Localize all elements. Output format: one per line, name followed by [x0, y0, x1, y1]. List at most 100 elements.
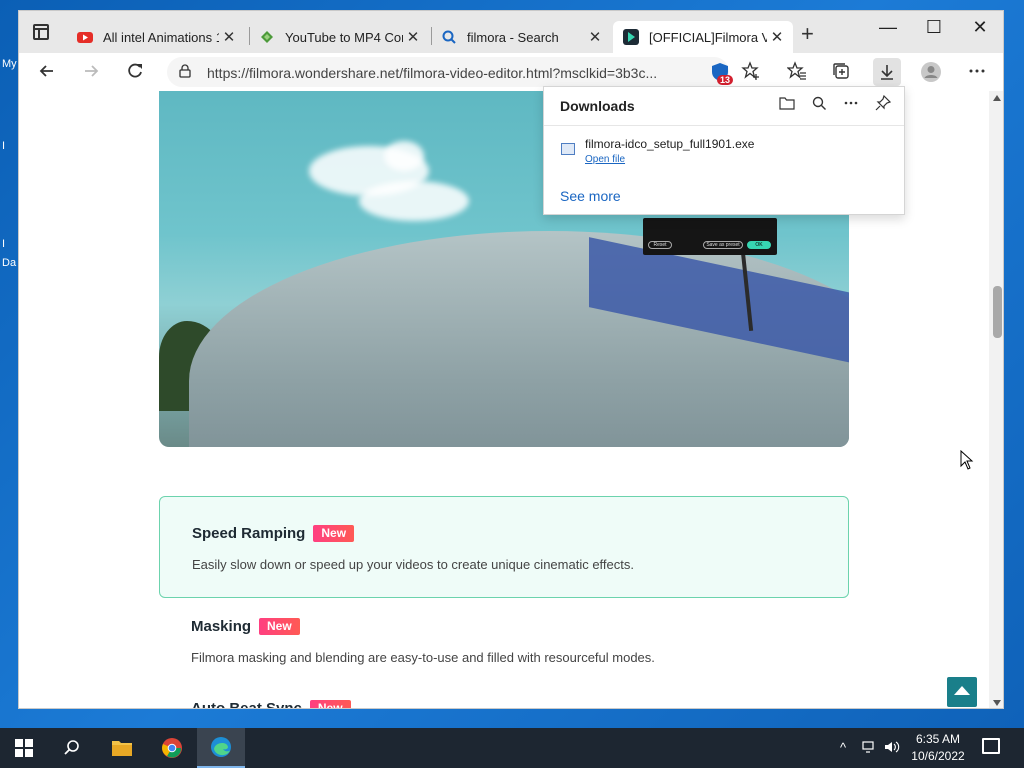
panel-ok-button: OK — [747, 241, 771, 249]
search-icon[interactable] — [810, 95, 828, 113]
chrome-button[interactable] — [148, 728, 196, 768]
show-hidden-icons-chevron-icon[interactable]: ^ — [840, 740, 846, 755]
back-button[interactable] — [35, 61, 59, 83]
favorites-icon — [786, 61, 806, 80]
downloads-button[interactable] — [873, 58, 901, 86]
tab-title: YouTube to MP4 Com — [285, 29, 403, 45]
tab-title: All intel Animations 1¹ — [103, 29, 219, 45]
address-bar[interactable]: https://filmora.wondershare.net/filmora-… — [167, 57, 729, 87]
forward-button[interactable] — [79, 61, 103, 83]
cloud — [359, 181, 469, 221]
panel-save-preset-button: Save as preset — [703, 241, 743, 249]
folder-icon — [112, 741, 132, 756]
feature-title: Speed Ramping New — [192, 525, 355, 542]
downloads-actions — [778, 94, 892, 113]
desktop-icon-label[interactable]: I — [2, 238, 5, 250]
feature-title-text: Speed Ramping — [192, 525, 306, 542]
star-add-icon — [741, 61, 759, 80]
search-icon — [441, 29, 457, 45]
download-icon — [881, 65, 893, 80]
open-file-link[interactable]: Open file — [585, 154, 625, 165]
tab-actions-icon[interactable] — [33, 24, 49, 40]
notification-center-icon[interactable] — [982, 738, 1000, 754]
editor-panel-preview: Reset Save as preset OK — [643, 218, 777, 255]
feature-title-text: Auto Beat Sync — [191, 700, 302, 709]
feature-title-text: Masking — [191, 618, 252, 635]
close-window-button[interactable]: ✕ — [957, 17, 1003, 38]
feature-description: Filmora masking and blending are easy-to… — [191, 650, 655, 665]
cloud — [384, 141, 424, 171]
forward-arrow-icon — [85, 65, 99, 77]
mouse-cursor-icon — [960, 450, 974, 470]
feature-title: Auto Beat Sync New — [191, 700, 351, 709]
scroll-down-arrow-icon[interactable] — [993, 700, 1001, 706]
start-button[interactable] — [0, 728, 48, 768]
download-file-name[interactable]: filmora-idco_setup_full1901.exe — [585, 137, 754, 151]
maximize-button[interactable]: ☐ — [911, 17, 957, 38]
tab-filmora-search[interactable]: filmora - Search ✕ — [431, 21, 611, 53]
minimize-button[interactable]: — — [865, 17, 911, 38]
divider — [544, 125, 904, 126]
volume-icon[interactable] — [884, 740, 900, 757]
scroll-up-arrow-icon[interactable] — [993, 95, 1001, 101]
refresh-button[interactable] — [123, 61, 147, 83]
network-icon[interactable] — [862, 740, 878, 757]
taskbar: ^ 6:35 AM 10/6/2022 — [0, 728, 1024, 768]
feature-card-masking[interactable]: Masking New Filmora masking and blending… — [159, 611, 849, 691]
settings-menu-button[interactable] — [965, 61, 989, 83]
exe-file-icon — [561, 143, 575, 155]
search-icon — [64, 740, 79, 755]
desktop-icon-label[interactable]: I — [2, 140, 5, 152]
page-scrollbar[interactable] — [989, 91, 1003, 708]
refresh-icon — [128, 63, 142, 78]
back-arrow-icon — [39, 65, 53, 77]
tab-intel-animations[interactable]: All intel Animations 1¹ ✕ — [67, 21, 245, 53]
feature-card-auto-beat-sync[interactable]: Auto Beat Sync New — [159, 694, 849, 709]
new-badge: New — [313, 525, 355, 542]
folder-icon[interactable] — [778, 95, 796, 113]
downloads-header: Downloads — [560, 98, 635, 114]
favorites-button[interactable] — [785, 61, 809, 83]
collections-button[interactable] — [829, 61, 853, 83]
converter-icon — [259, 29, 275, 45]
feature-card-speed-ramping[interactable]: Speed Ramping New Easily slow down or sp… — [159, 496, 849, 598]
scrollbar-thumb[interactable] — [993, 286, 1002, 338]
clock-time: 6:35 AM — [915, 732, 961, 746]
new-badge: New — [259, 618, 300, 635]
more-dots-icon — [969, 69, 985, 73]
add-favorite-button[interactable] — [739, 61, 763, 83]
close-tab-icon[interactable]: ✕ — [585, 28, 605, 46]
more-dots-icon[interactable] — [842, 95, 860, 113]
pin-icon[interactable] — [874, 94, 892, 113]
tab-youtube-to-mp4[interactable]: YouTube to MP4 Com ✕ — [249, 21, 429, 53]
lock-icon[interactable] — [179, 64, 191, 78]
scroll-to-top-button[interactable] — [947, 677, 977, 707]
chrome-icon — [162, 738, 182, 758]
filmora-icon — [623, 29, 639, 45]
panel-reset-button: Reset — [648, 241, 672, 249]
tab-filmora-official[interactable]: [OFFICIAL]Filmora Vic ✕ — [613, 21, 793, 53]
search-button[interactable] — [48, 728, 96, 768]
edge-button[interactable] — [197, 728, 245, 768]
clock-date: 10/6/2022 — [911, 749, 965, 763]
close-tab-icon[interactable]: ✕ — [403, 28, 423, 46]
url-text[interactable]: https://filmora.wondershare.net/filmora-… — [207, 65, 657, 81]
desktop-icon-label[interactable]: My — [2, 58, 17, 70]
file-explorer-button[interactable] — [98, 728, 146, 768]
downloads-flyout: Downloads filmora-idco_setup_full1901.ex… — [543, 86, 905, 215]
youtube-icon — [77, 29, 93, 45]
see-more-link[interactable]: See more — [560, 188, 621, 204]
system-clock[interactable]: 6:35 AM 10/6/2022 — [904, 731, 972, 765]
extension-button[interactable]: 13 — [709, 61, 733, 85]
new-tab-button[interactable]: + — [801, 23, 814, 45]
tab-title: [OFFICIAL]Filmora Vic — [649, 29, 767, 45]
close-tab-icon[interactable]: ✕ — [767, 28, 787, 46]
desktop-icon-label[interactable]: Da — [2, 257, 16, 269]
avatar-icon — [921, 62, 941, 82]
profile-button[interactable] — [919, 61, 943, 83]
new-badge: New — [309, 700, 351, 708]
edge-icon — [211, 737, 231, 757]
extension-badge-count: 13 — [716, 75, 733, 85]
close-tab-icon[interactable]: ✕ — [219, 28, 239, 46]
tab-strip: All intel Animations 1¹ ✕ YouTube to MP4… — [19, 11, 1003, 53]
